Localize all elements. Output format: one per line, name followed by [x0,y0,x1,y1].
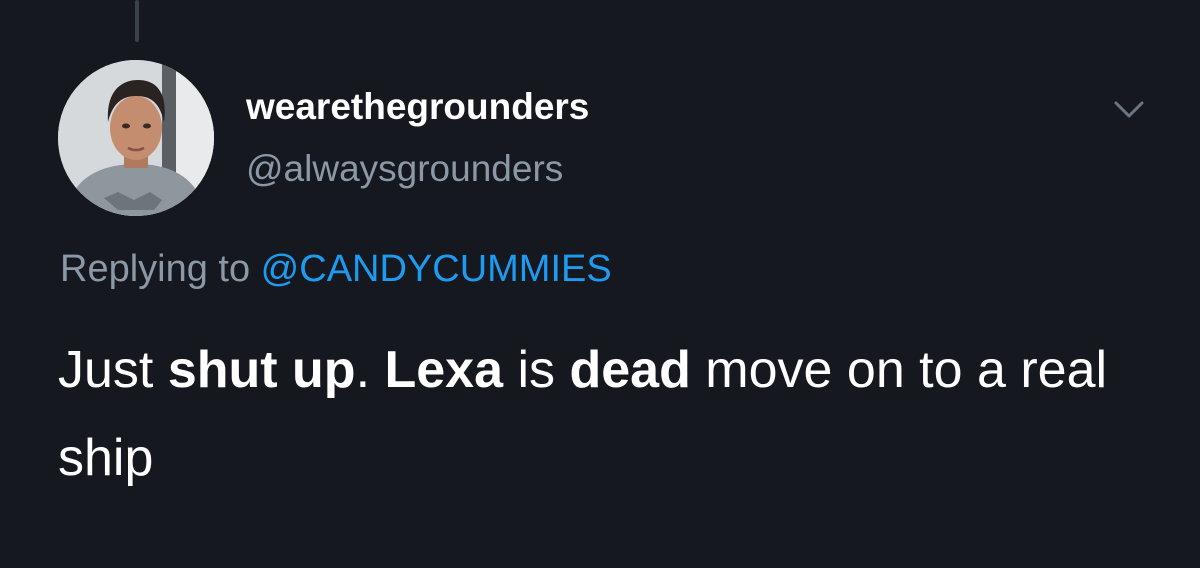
display-name[interactable]: wearethegrounders [246,88,589,125]
tweet-text: Just shut up. Lexa is dead move on to a … [58,326,1168,502]
replying-to: Replying to @CANDYCUMMIES [60,250,612,288]
tweet-menu-button[interactable] [1112,92,1146,126]
tweet-text-segment: . [355,341,385,399]
thread-connector-line [135,0,139,42]
avatar-photo-icon [58,60,214,216]
replying-to-label: Replying to [60,248,261,290]
tweet-text-segment-bold: dead [569,341,691,399]
tweet-text-segment-bold: shut up [167,341,356,399]
tweet-text-segment: Just [58,341,168,399]
avatar[interactable] [58,60,214,216]
user-handle[interactable]: @alwaysgrounders [246,150,563,187]
chevron-down-icon [1114,101,1144,118]
reply-mention-link[interactable]: @CANDYCUMMIES [261,248,612,290]
tweet-text-segment-bold: Lexa [384,341,504,399]
tweet-text-segment: is [503,341,570,399]
